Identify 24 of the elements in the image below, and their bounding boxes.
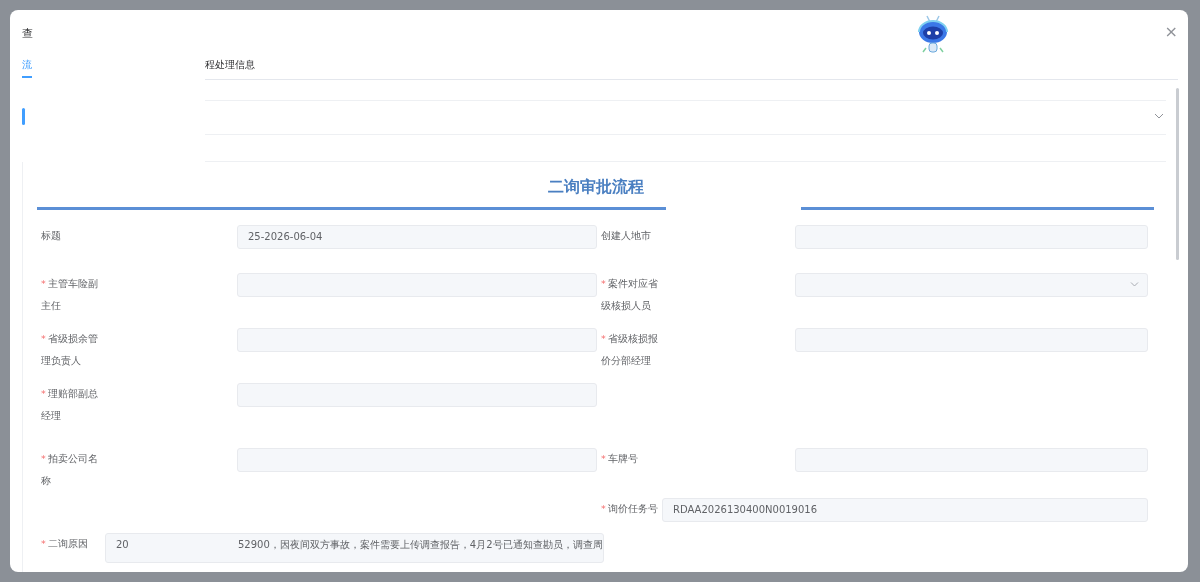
- chevron-down-icon: [1154, 113, 1164, 119]
- select-field[interactable]: [795, 273, 1148, 297]
- field-label: * 案件对应省级核损人员: [600, 277, 659, 313]
- field-label: * 车牌号: [600, 452, 639, 466]
- section-title: 二询审批流程: [546, 176, 645, 198]
- field-label: * 二询原因: [40, 537, 89, 551]
- input-field[interactable]: RDAA2026130400N0019016: [662, 497, 1148, 522]
- tab[interactable]: 程处理信息: [205, 58, 255, 76]
- field-label: * 拍卖公司名称: [40, 452, 99, 488]
- close-button[interactable]: ×: [1164, 24, 1178, 40]
- dialog-title: 查: [22, 26, 33, 42]
- field-label: * 理赔部副总经理: [40, 387, 99, 423]
- field-label: * 询价任务号: [600, 501, 659, 516]
- field-label: 标题: [40, 229, 62, 243]
- field-label: 创建人地市: [600, 229, 652, 243]
- input-field[interactable]: 25-2026-06-04: [237, 225, 597, 249]
- select-field[interactable]: [205, 100, 1166, 135]
- field-label: * 省级核损报价分部经理: [600, 332, 659, 368]
- text-area[interactable]: 20 52900，因夜间双方事故，案件需要上传调查报告，4月2号已通知查勘员，调查周: [105, 533, 604, 563]
- chevron-down-icon: [1130, 282, 1139, 287]
- field-label: * 主管车险副主任: [40, 277, 99, 313]
- field-label: * 省级损余管理负责人: [40, 332, 99, 368]
- scrollbar[interactable]: [1176, 88, 1179, 260]
- accent-bar: [22, 108, 25, 125]
